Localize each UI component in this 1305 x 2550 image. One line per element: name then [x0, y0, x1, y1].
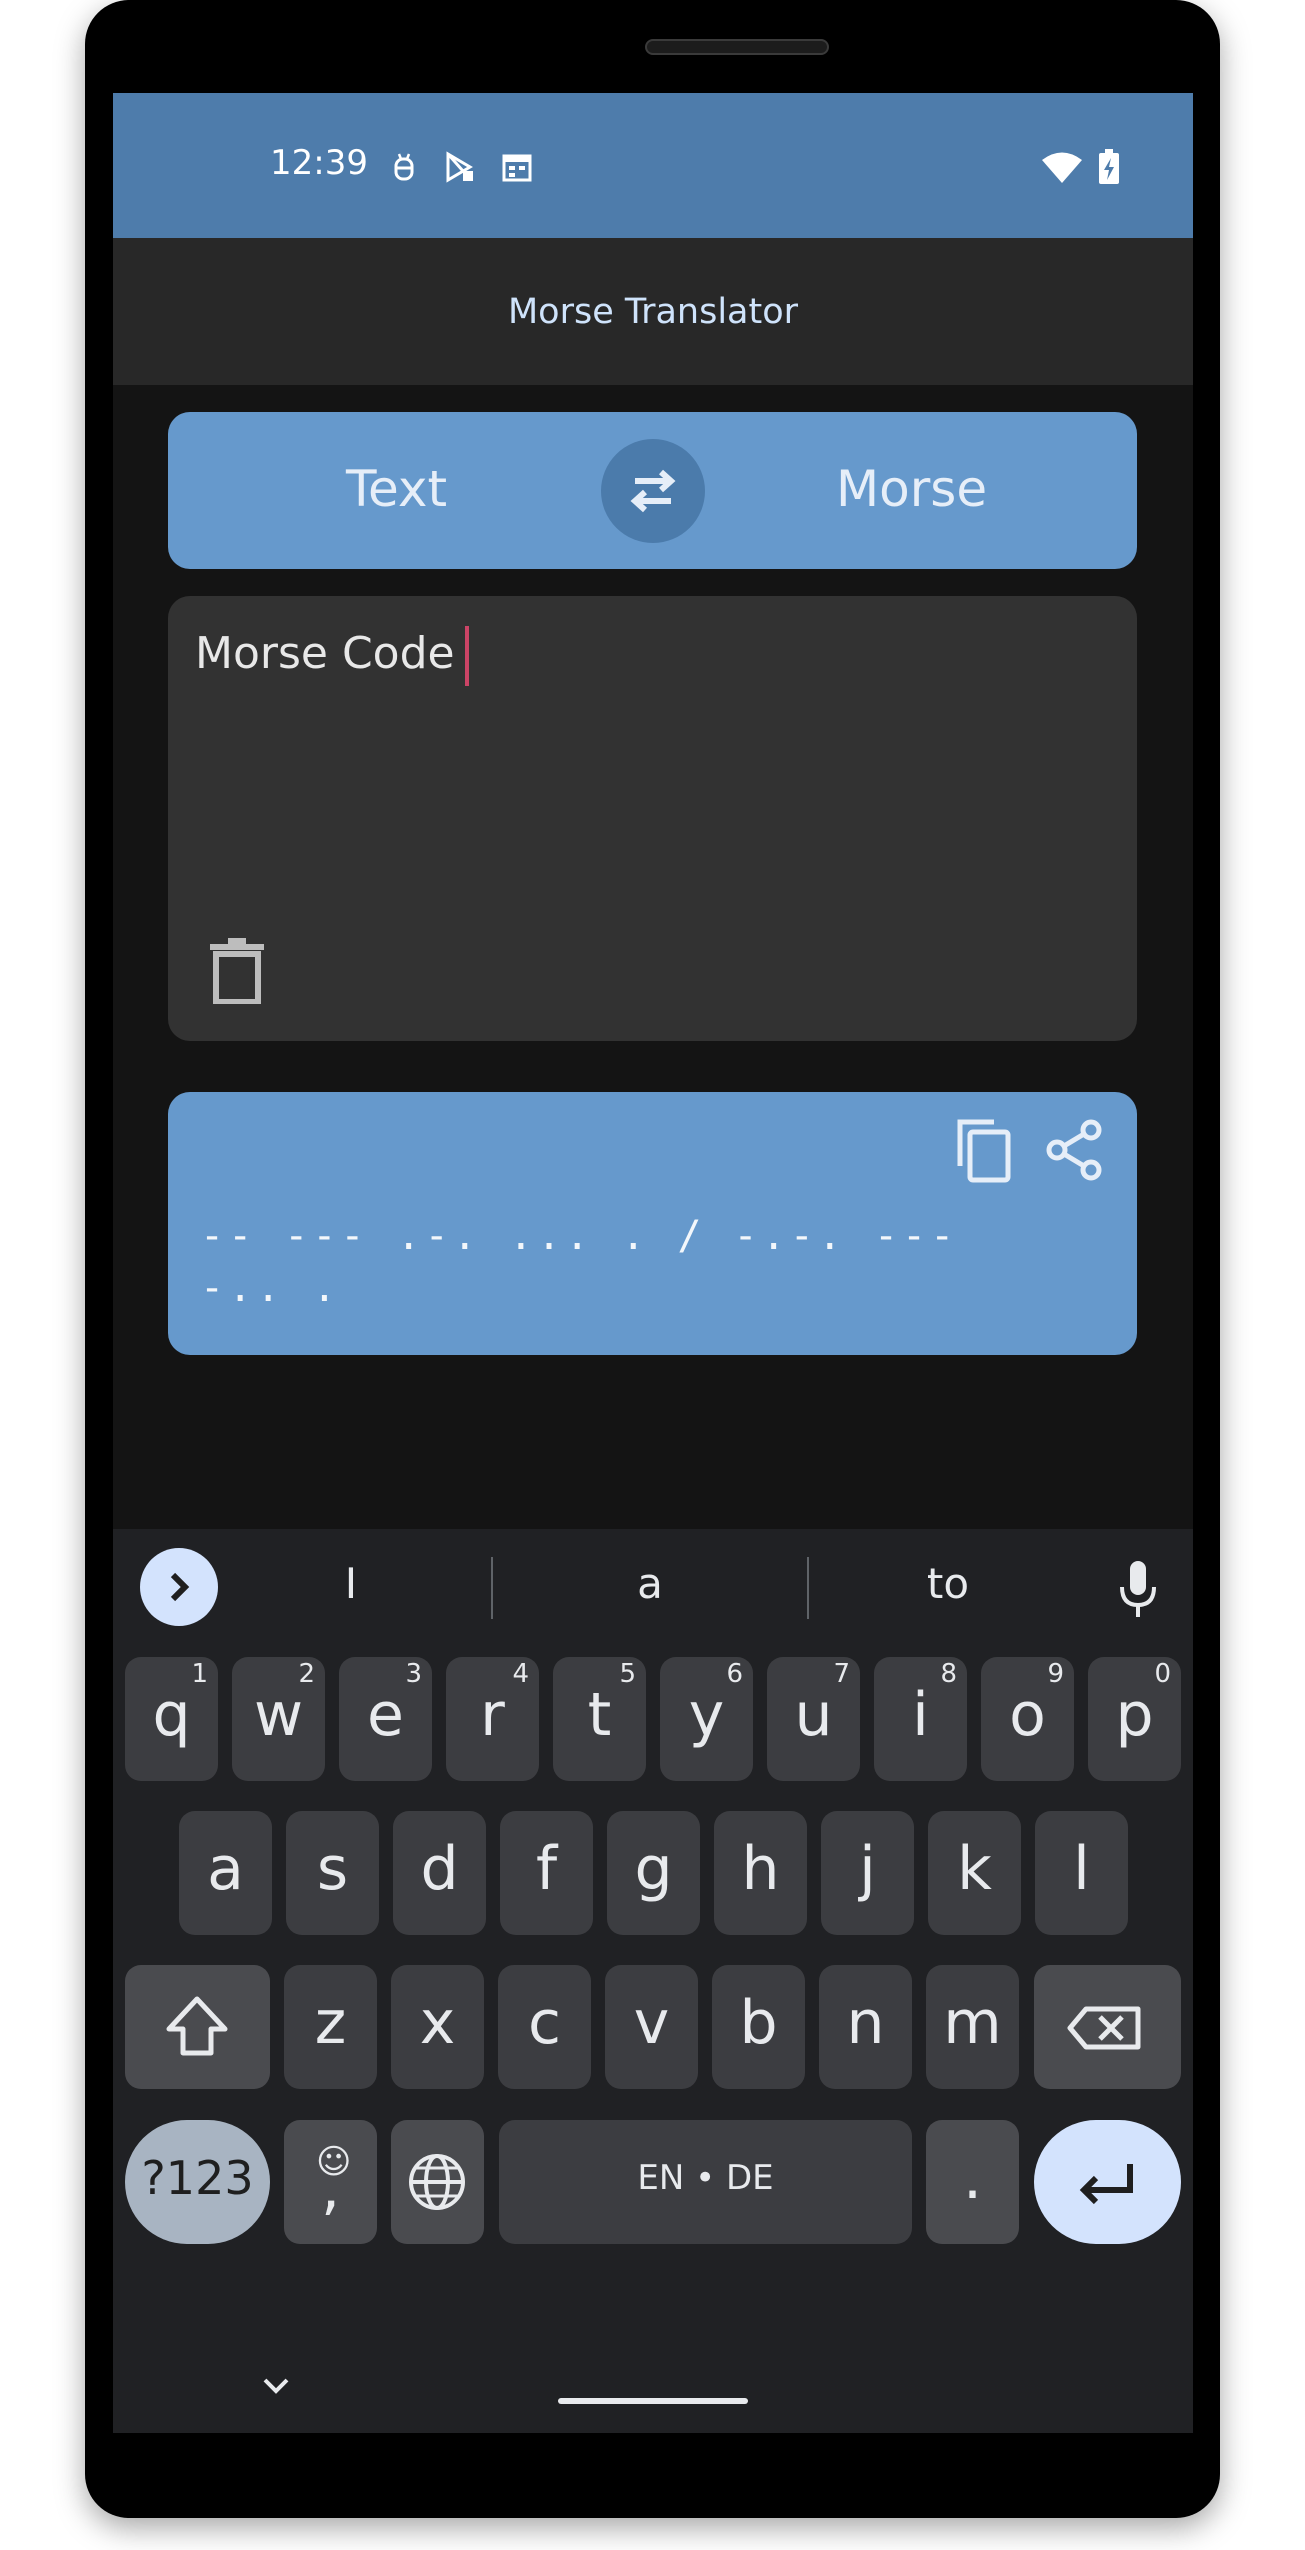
- key-number-hint: 0: [1154, 1659, 1171, 1689]
- key-i[interactable]: i8: [874, 1657, 967, 1781]
- backspace-icon: [1067, 2006, 1141, 2050]
- backspace-key[interactable]: [1034, 1965, 1181, 2089]
- app-bar: Morse Translator: [113, 238, 1193, 385]
- key-label: q: [152, 1680, 191, 1750]
- key-t[interactable]: t5: [553, 1657, 646, 1781]
- output-card: -- --- .-. ... . / -.-. --- -.. .: [168, 1092, 1137, 1355]
- target-language-label[interactable]: Morse: [836, 460, 987, 518]
- mode-toggle-card: Text Morse: [168, 412, 1137, 569]
- home-indicator[interactable]: [558, 2398, 748, 2404]
- suggestion-strip: I a to: [113, 1529, 1193, 1644]
- key-j[interactable]: j: [821, 1811, 914, 1935]
- key-number-hint: 1: [191, 1659, 208, 1689]
- key-b[interactable]: b: [712, 1965, 805, 2089]
- key-c[interactable]: c: [498, 1965, 591, 2089]
- key-d[interactable]: d: [393, 1811, 486, 1935]
- copy-icon[interactable]: [952, 1116, 1016, 1184]
- key-label: i: [912, 1680, 929, 1750]
- key-label: w: [253, 1680, 304, 1750]
- key-v[interactable]: v: [605, 1965, 698, 2089]
- text-caret: [464, 626, 469, 686]
- key-w[interactable]: w2: [232, 1657, 325, 1781]
- key-label: y: [688, 1680, 725, 1750]
- key-number-hint: 5: [619, 1659, 636, 1689]
- morse-output: -- --- .-. ... . / -.-. --- -.. .: [200, 1213, 959, 1311]
- enter-key[interactable]: [1034, 2120, 1181, 2244]
- source-language-label[interactable]: Text: [346, 460, 447, 518]
- keyboard: I a to q1w2e3r4t5y6u7i8o9p0 asdfghjkl zx…: [113, 1529, 1193, 2433]
- text-input-value: Morse Code: [195, 628, 455, 679]
- status-time: 12:39: [270, 143, 368, 183]
- calendar-icon: [502, 154, 532, 182]
- suggestion-2[interactable]: a: [540, 1559, 760, 1608]
- suggestion-divider: [807, 1557, 809, 1619]
- language-key[interactable]: [391, 2120, 484, 2244]
- key-s[interactable]: s: [286, 1811, 379, 1935]
- key-number-hint: 6: [726, 1659, 743, 1689]
- key-r[interactable]: r4: [446, 1657, 539, 1781]
- wifi-icon: [1042, 152, 1082, 183]
- play-store-icon: [446, 151, 473, 183]
- swap-icon: [630, 469, 676, 513]
- text-input[interactable]: Morse Code: [195, 626, 469, 686]
- enter-icon: [1079, 2164, 1133, 2205]
- comma-label: ,: [320, 2153, 341, 2223]
- key-l[interactable]: l: [1035, 1811, 1128, 1935]
- key-label: o: [1009, 1680, 1046, 1750]
- key-number-hint: 9: [1047, 1659, 1064, 1689]
- space-key[interactable]: EN • DE: [499, 2120, 912, 2244]
- key-g[interactable]: g: [607, 1811, 700, 1935]
- key-number-hint: 4: [512, 1659, 529, 1689]
- key-label: p: [1115, 1680, 1154, 1750]
- key-a[interactable]: a: [179, 1811, 272, 1935]
- app-title: Morse Translator: [507, 292, 799, 332]
- key-y[interactable]: y6: [660, 1657, 753, 1781]
- key-x[interactable]: x: [391, 1965, 484, 2089]
- period-key[interactable]: .: [926, 2120, 1019, 2244]
- mic-icon[interactable]: [1118, 1561, 1158, 1617]
- key-q[interactable]: q1: [125, 1657, 218, 1781]
- delete-icon[interactable]: [208, 936, 266, 1004]
- suggestion-1[interactable]: I: [241, 1559, 461, 1608]
- emoji-comma-key[interactable]: ☺ ,: [284, 2120, 377, 2244]
- key-z[interactable]: z: [284, 1965, 377, 2089]
- key-u[interactable]: u7: [767, 1657, 860, 1781]
- key-f[interactable]: f: [500, 1811, 593, 1935]
- input-card[interactable]: Morse Code: [168, 596, 1137, 1041]
- key-o[interactable]: o9: [981, 1657, 1074, 1781]
- key-p[interactable]: p0: [1088, 1657, 1181, 1781]
- earpiece-speaker: [645, 39, 829, 55]
- phone-screen: 12:39 Morse Translator Text Morse Morse …: [113, 93, 1193, 2433]
- key-k[interactable]: k: [928, 1811, 1021, 1935]
- suggestion-3[interactable]: to: [838, 1559, 1058, 1608]
- bug-icon: [394, 153, 414, 181]
- swap-button[interactable]: [601, 439, 705, 543]
- suggestion-divider: [491, 1557, 493, 1619]
- share-icon[interactable]: [1043, 1118, 1107, 1182]
- chevron-right-icon: [170, 1572, 190, 1602]
- key-e[interactable]: e3: [339, 1657, 432, 1781]
- key-number-hint: 7: [833, 1659, 850, 1689]
- shift-key[interactable]: [125, 1965, 270, 2089]
- key-m[interactable]: m: [926, 1965, 1019, 2089]
- key-label: t: [587, 1680, 612, 1750]
- key-n[interactable]: n: [819, 1965, 912, 2089]
- key-number-hint: 3: [405, 1659, 422, 1689]
- key-number-hint: 8: [940, 1659, 957, 1689]
- suggestion-expand-button[interactable]: [140, 1548, 218, 1626]
- symbols-key[interactable]: ?123: [125, 2120, 270, 2244]
- key-number-hint: 2: [298, 1659, 315, 1689]
- key-label: r: [480, 1680, 505, 1750]
- key-label: u: [794, 1680, 833, 1750]
- key-h[interactable]: h: [714, 1811, 807, 1935]
- shift-icon: [166, 1996, 228, 2056]
- status-bar: 12:39: [113, 93, 1193, 238]
- key-label: e: [367, 1680, 404, 1750]
- globe-icon: [409, 2154, 465, 2210]
- keyboard-hide-icon[interactable]: [261, 2376, 291, 2396]
- battery-icon: [1099, 149, 1119, 184]
